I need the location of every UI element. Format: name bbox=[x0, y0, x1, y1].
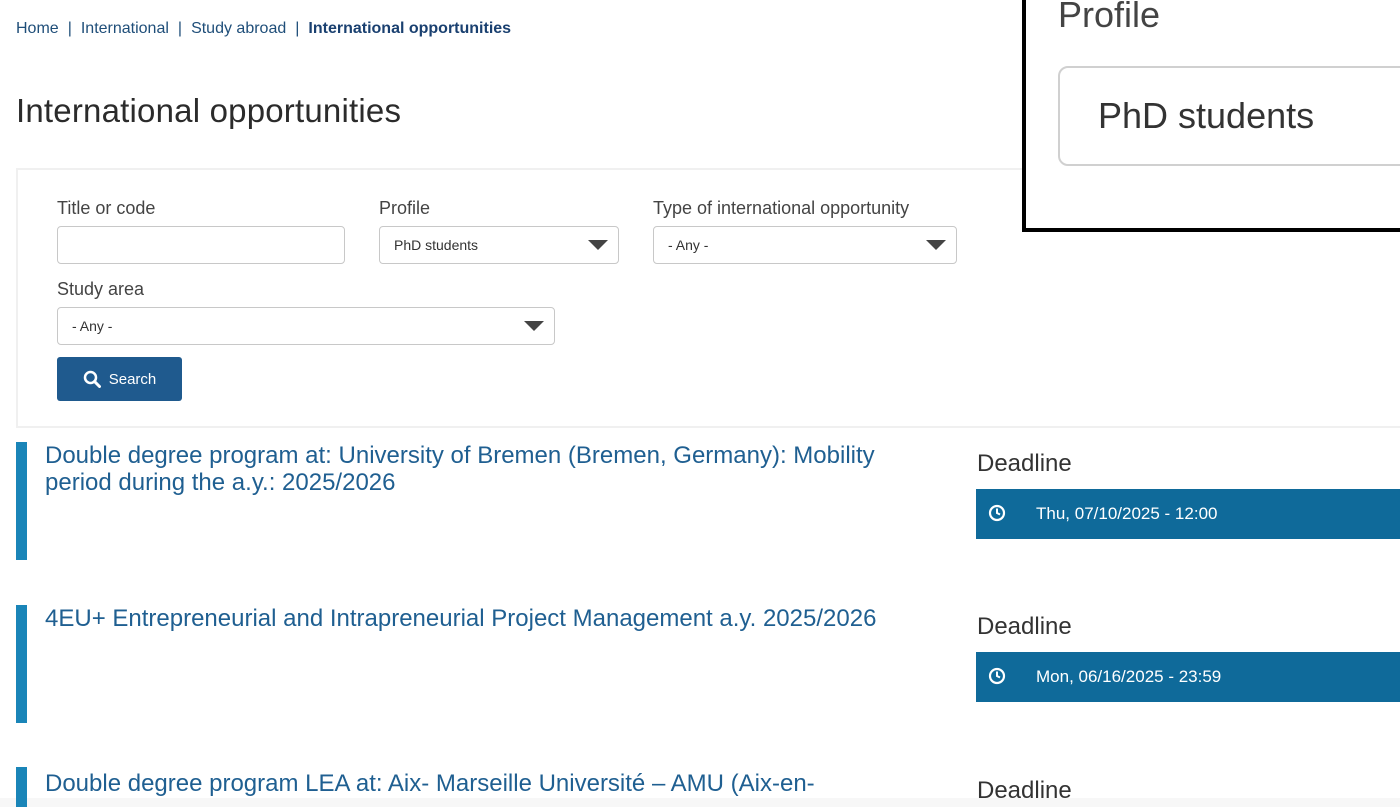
study-area-label: Study area bbox=[57, 279, 145, 299]
breadcrumb-study-abroad[interactable]: Study abroad bbox=[191, 20, 286, 38]
clock-icon bbox=[988, 504, 1006, 522]
profile-select-value: PhD students bbox=[394, 237, 479, 253]
breadcrumb-home[interactable]: Home bbox=[16, 20, 59, 38]
study-area-select-value: - Any - bbox=[72, 318, 113, 334]
title-or-code-label: Title or code bbox=[57, 198, 156, 218]
result-accent-bar bbox=[16, 767, 27, 807]
zoom-profile-label: Profile bbox=[1058, 0, 1161, 35]
zoom-profile-value: PhD students bbox=[1098, 95, 1315, 136]
type-of-opportunity-label: Type of international opportunity bbox=[653, 198, 910, 218]
breadcrumb-separator: | bbox=[177, 20, 183, 37]
breadcrumb-international[interactable]: International bbox=[81, 20, 169, 38]
breadcrumb-current: International opportunities bbox=[308, 20, 512, 37]
deadline-label: Deadline bbox=[977, 450, 1072, 477]
chevron-down-icon bbox=[926, 240, 946, 250]
page: Home | International | Study abroad | Internat… bbox=[0, 0, 1400, 807]
deadline-date: Mon, 06/16/2025 - 23:59 bbox=[1036, 667, 1222, 686]
clock-icon bbox=[988, 667, 1006, 685]
search-button[interactable]: Search bbox=[57, 357, 182, 401]
type-select-value: - Any - bbox=[668, 237, 709, 253]
result-accent-bar bbox=[16, 442, 27, 560]
profile-select[interactable]: PhD students bbox=[379, 226, 619, 264]
deadline-label: Deadline bbox=[977, 777, 1072, 804]
chevron-down-icon bbox=[524, 321, 544, 331]
chevron-down-icon bbox=[588, 240, 608, 250]
deadline-badge: Mon, 06/16/2025 - 23:59 bbox=[976, 652, 1400, 702]
type-of-opportunity-select[interactable]: - Any - bbox=[653, 226, 957, 264]
breadcrumb: Home | International | Study abroad | Internat… bbox=[16, 20, 511, 38]
result-accent-bar bbox=[16, 605, 27, 723]
result-title-link[interactable]: 4EU+ Entrepreneurial and Intrapreneurial… bbox=[45, 605, 925, 632]
profile-label: Profile bbox=[379, 198, 431, 218]
deadline-label: Deadline bbox=[977, 613, 1072, 640]
breadcrumb-separator: | bbox=[67, 20, 72, 37]
title-or-code-input[interactable] bbox=[57, 226, 345, 264]
zoom-profile-select: PhD students bbox=[1058, 66, 1400, 166]
result-title-link[interactable]: Double degree program at: University of … bbox=[45, 442, 925, 496]
deadline-badge: Thu, 07/10/2025 - 12:00 bbox=[976, 489, 1400, 539]
page-title: International opportunities bbox=[16, 92, 402, 129]
profile-zoom-callout: Profile PhD students bbox=[1022, 0, 1400, 232]
search-icon bbox=[83, 370, 101, 388]
study-area-select[interactable]: - Any - bbox=[57, 307, 555, 345]
breadcrumb-separator: | bbox=[295, 20, 300, 37]
result-title-link[interactable]: Double degree program LEA at: Aix- Marse… bbox=[45, 770, 925, 797]
search-button-label: Search bbox=[108, 370, 157, 388]
deadline-date: Thu, 07/10/2025 - 12:00 bbox=[1036, 504, 1218, 523]
